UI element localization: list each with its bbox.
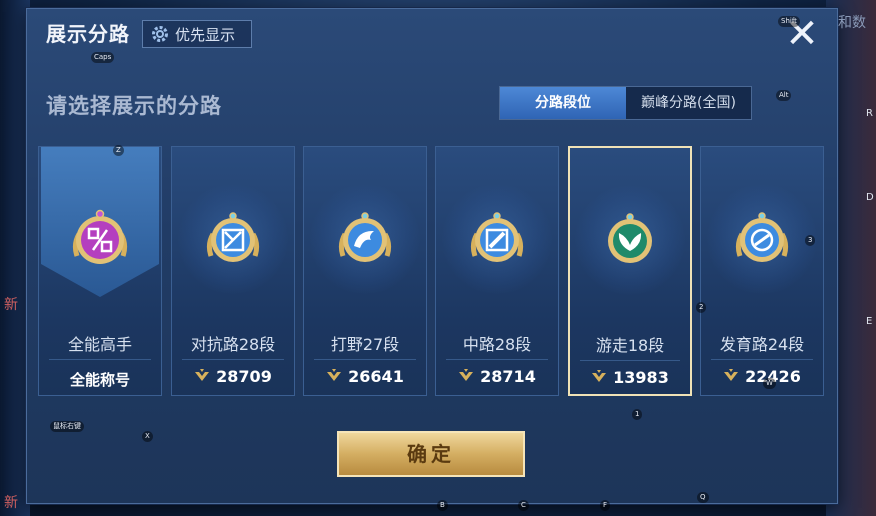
card-name: 发育路24段 bbox=[719, 335, 805, 354]
divider bbox=[314, 359, 416, 360]
rank-tabs: 分路段位 巅峰分路(全国) bbox=[499, 86, 752, 120]
dialog-title: 展示分路 bbox=[46, 22, 130, 46]
tab-lane-rank[interactable]: 分路段位 bbox=[500, 87, 626, 119]
score-value: 26641 bbox=[348, 367, 404, 386]
card-name: 中路28段 bbox=[462, 335, 532, 354]
key-hint-q: Q bbox=[697, 492, 709, 503]
card-name: 对抗路28段 bbox=[190, 335, 276, 354]
all-round-icon bbox=[65, 204, 135, 274]
lane-card-clash-lane[interactable]: 对抗路28段 28709 bbox=[171, 146, 295, 396]
divider bbox=[711, 359, 813, 360]
key-hint-x: X bbox=[142, 431, 153, 442]
key-hint-z: Z bbox=[113, 145, 124, 156]
edge-letter-r: R bbox=[866, 108, 873, 119]
card-score: 28709 bbox=[172, 367, 294, 386]
card-name: 游走18段 bbox=[595, 336, 665, 355]
key-hint-w: W bbox=[763, 378, 776, 389]
card-name: 全能高手 bbox=[67, 335, 132, 354]
divider bbox=[182, 359, 284, 360]
card-name: 打野27段 bbox=[330, 335, 400, 354]
divider bbox=[446, 359, 548, 360]
lane-card-all-round[interactable]: 全能高手 全能称号 bbox=[38, 146, 162, 396]
points-icon bbox=[591, 368, 607, 387]
lane-card-roam[interactable]: 游走18段 13983 bbox=[568, 146, 692, 396]
card-score: 22426 bbox=[701, 367, 823, 386]
lane-card-mid-lane[interactable]: 中路28段 28714 bbox=[435, 146, 559, 396]
clash-lane-icon bbox=[198, 204, 268, 274]
tab-peak-lane-national[interactable]: 巅峰分路(全国) bbox=[626, 87, 751, 119]
key-hint-c: C bbox=[518, 500, 529, 511]
choose-lane-prompt: 请选择展示的分路 bbox=[46, 94, 222, 118]
gear-icon bbox=[151, 25, 169, 43]
divider bbox=[49, 359, 151, 360]
score-value: 28709 bbox=[216, 367, 272, 386]
roam-icon bbox=[595, 205, 665, 275]
points-icon bbox=[194, 367, 210, 386]
score-value: 13983 bbox=[613, 368, 669, 387]
key-hint-mouse-right: 鼠标右键 bbox=[50, 421, 84, 432]
divider bbox=[580, 360, 680, 361]
score-value: 28714 bbox=[480, 367, 536, 386]
edge-letter-e: E bbox=[866, 316, 873, 327]
jungle-icon bbox=[330, 204, 400, 274]
key-hint-b: B bbox=[437, 500, 448, 511]
lane-card-farm-lane[interactable]: 发育路24段 22426 bbox=[700, 146, 824, 396]
card-score: 28714 bbox=[436, 367, 558, 386]
mid-lane-icon bbox=[462, 204, 532, 274]
edge-new-badge-2: 新 bbox=[4, 495, 18, 511]
card-score: 26641 bbox=[304, 367, 426, 386]
priority-display-button[interactable]: 优先显示 bbox=[142, 20, 252, 48]
points-icon bbox=[723, 367, 739, 386]
edge-new-badge-1: 新 bbox=[4, 297, 18, 313]
key-hint-shift: Shift bbox=[778, 16, 800, 27]
key-hint-caps: Caps bbox=[91, 52, 115, 63]
key-hint-f: F bbox=[600, 500, 611, 511]
points-icon bbox=[326, 367, 342, 386]
edge-letter-d: D bbox=[866, 192, 874, 203]
points-icon bbox=[458, 367, 474, 386]
edge-text-top-right: 和数 bbox=[838, 15, 866, 31]
lane-card-jungle[interactable]: 打野27段 26641 bbox=[303, 146, 427, 396]
priority-display-label: 优先显示 bbox=[175, 25, 236, 44]
title-label: 全能称号 bbox=[69, 371, 130, 389]
confirm-button[interactable]: 确定 bbox=[337, 431, 525, 477]
farm-lane-icon bbox=[727, 204, 797, 274]
card-score: 13983 bbox=[570, 368, 690, 387]
key-hint-alt: Alt bbox=[776, 90, 792, 101]
